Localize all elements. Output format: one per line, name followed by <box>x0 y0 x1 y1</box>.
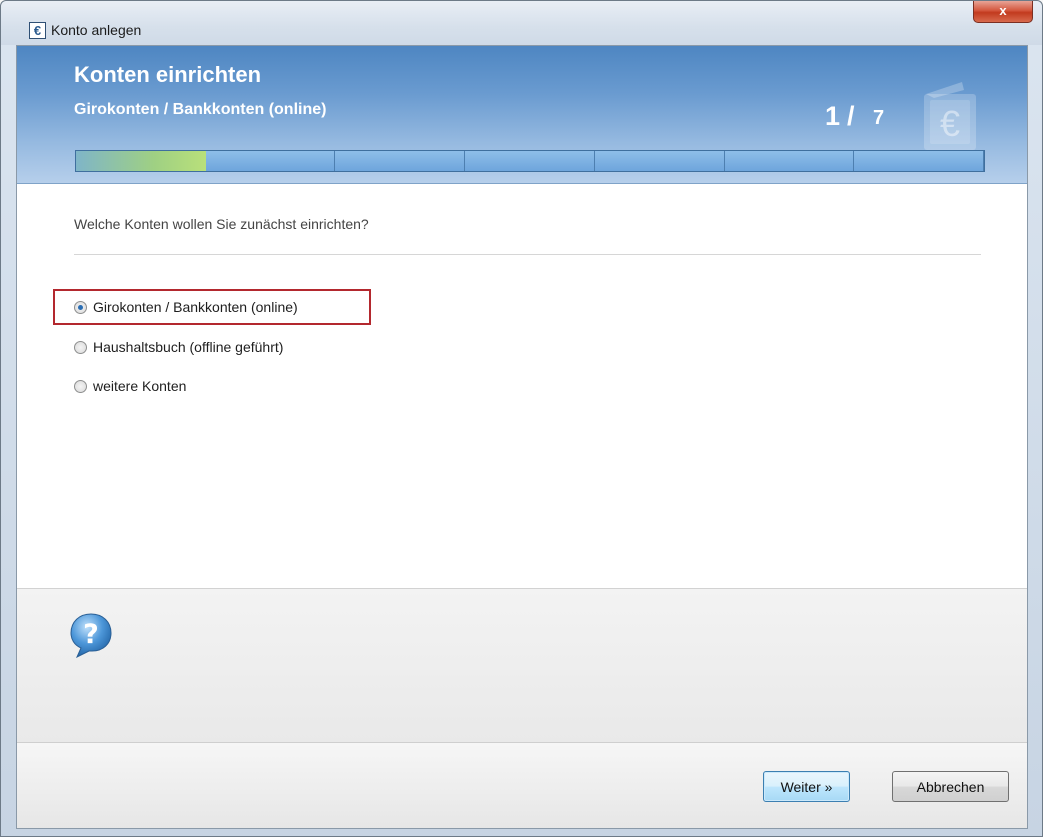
question-text: Welche Konten wollen Sie zunächst einric… <box>74 216 369 232</box>
radio-option-label: weitere Konten <box>93 378 187 394</box>
radio-option-label: Haushaltsbuch (offline geführt) <box>93 339 284 355</box>
dialog-window: € Konto anlegen x Konten einrichten Giro… <box>0 0 1043 837</box>
radio-button-checked[interactable] <box>74 300 87 314</box>
wizard-header: Konten einrichten Girokonten / Bankkonte… <box>17 46 1027 184</box>
close-button[interactable]: x <box>973 1 1033 23</box>
svg-text:€: € <box>940 103 960 144</box>
step-current: 1 <box>825 101 841 131</box>
button-bar: Weiter » Abbrechen <box>17 742 1027 828</box>
title-bar[interactable]: € Konto anlegen x <box>1 1 1042 45</box>
radio-option-girokonten[interactable]: Girokonten / Bankkonten (online) <box>74 296 298 318</box>
window-title: Konto anlegen <box>51 22 142 38</box>
divider <box>74 254 981 255</box>
step-total: 7 <box>873 107 885 129</box>
wizard-subtitle: Girokonten / Bankkonten (online) <box>74 101 327 118</box>
radio-option-haushaltsbuch[interactable]: Haushaltsbuch (offline geführt) <box>74 336 283 358</box>
radio-button[interactable] <box>74 340 87 354</box>
svg-text:?: ? <box>83 619 99 650</box>
help-question-icon[interactable]: ? <box>69 612 113 658</box>
radio-option-label: Girokonten / Bankkonten (online) <box>93 299 298 315</box>
wallet-euro-icon: € <box>924 82 976 150</box>
wizard-progress-bar <box>75 150 985 172</box>
dialog-client-area: Konten einrichten Girokonten / Bankkonte… <box>16 45 1028 829</box>
help-panel: ? <box>17 588 1027 743</box>
cancel-button[interactable]: Abbrechen <box>892 771 1009 802</box>
radio-button[interactable] <box>74 379 87 393</box>
next-button[interactable]: Weiter » <box>763 771 850 802</box>
wizard-progress-fill <box>76 151 206 171</box>
wizard-title: Konten einrichten <box>74 62 262 87</box>
step-separator: / <box>847 101 855 131</box>
euro-icon: € <box>29 22 46 39</box>
radio-option-weitere-konten[interactable]: weitere Konten <box>74 375 186 397</box>
